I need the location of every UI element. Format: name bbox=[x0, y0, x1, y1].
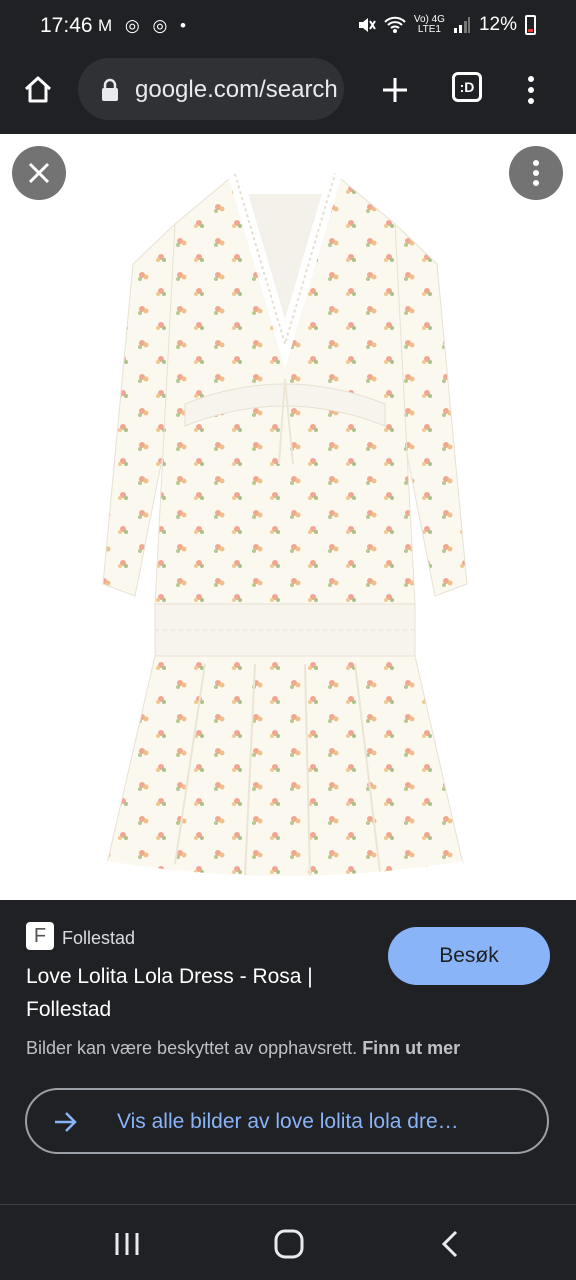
home-icon bbox=[24, 76, 52, 103]
result-title[interactable]: Love Lolita Lola Dress - Rosa | Follesta… bbox=[26, 960, 376, 1026]
source-name[interactable]: Follestad bbox=[62, 928, 135, 949]
view-all-images-button[interactable]: Vis alle bilder av love lolita lola dre… bbox=[25, 1088, 549, 1154]
notification-icons: M ◎ ◎ • bbox=[98, 16, 190, 35]
copyright-text: Bilder kan være beskyttet av opphavsrett… bbox=[26, 1038, 358, 1058]
learn-more-link[interactable]: Finn ut mer bbox=[362, 1038, 460, 1058]
recents-icon[interactable] bbox=[112, 1231, 142, 1257]
battery-percent: 12% bbox=[478, 14, 517, 35]
visit-button[interactable]: Besøk bbox=[388, 927, 550, 985]
signal-icon bbox=[453, 17, 470, 33]
system-nav-bar bbox=[0, 1205, 576, 1280]
address-bar[interactable]: google.com/search bbox=[78, 58, 344, 120]
status-right-group: Vo) 4G LTE1 12% bbox=[356, 14, 536, 36]
home-button[interactable] bbox=[18, 70, 58, 110]
nav-home-icon[interactable] bbox=[274, 1229, 304, 1259]
volte-label: Vo) 4G LTE1 bbox=[413, 14, 445, 35]
arrow-right-icon bbox=[55, 1112, 77, 1132]
mute-icon bbox=[358, 18, 376, 32]
back-icon[interactable] bbox=[440, 1229, 460, 1259]
copyright-notice: Bilder kan være beskyttet av opphavsrett… bbox=[26, 1038, 460, 1059]
status-time: 17:46 bbox=[40, 14, 93, 37]
tab-switcher-button[interactable]: :D bbox=[452, 72, 482, 102]
close-button[interactable] bbox=[12, 146, 66, 200]
image-viewer bbox=[0, 134, 576, 900]
image-options-button[interactable] bbox=[509, 146, 563, 200]
url-text: google.com/search bbox=[135, 76, 338, 103]
result-info-panel: F Follestad Besøk Love Lolita Lola Dress… bbox=[0, 900, 576, 1204]
wifi-icon bbox=[384, 16, 406, 33]
status-bar: 17:46 M ◎ ◎ • Vo) 4G LTE1 12% bbox=[0, 0, 576, 52]
dress-image bbox=[102, 172, 468, 882]
plus-icon bbox=[383, 78, 407, 102]
source-favicon: F bbox=[26, 922, 54, 950]
lock-icon bbox=[102, 78, 118, 101]
view-all-label: Vis alle bilder av love lolita lola dre… bbox=[117, 1110, 459, 1133]
new-tab-button[interactable] bbox=[375, 70, 415, 110]
browser-toolbar: google.com/search :D bbox=[0, 52, 576, 132]
close-icon bbox=[28, 162, 50, 184]
battery-icon bbox=[525, 15, 536, 35]
browser-menu-button[interactable] bbox=[516, 70, 546, 110]
